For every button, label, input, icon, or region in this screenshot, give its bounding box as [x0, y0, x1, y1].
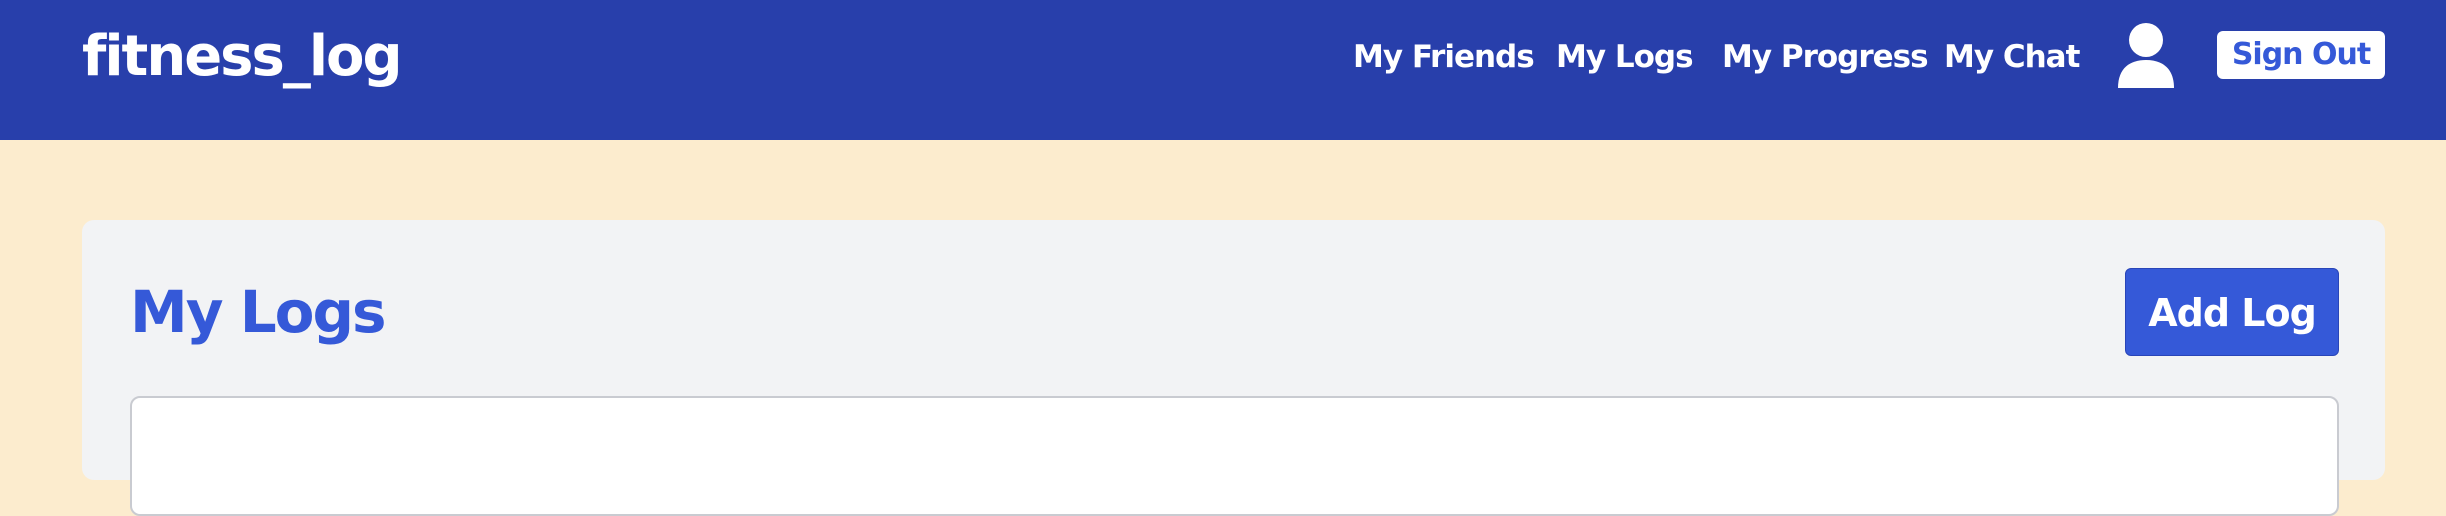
logs-card: My Logs Add Log: [82, 220, 2385, 516]
add-log-button[interactable]: Add Log: [2125, 268, 2339, 356]
nav-my-friends[interactable]: My Friends: [1353, 36, 1535, 78]
user-icon[interactable]: [2116, 22, 2176, 90]
nav-my-progress[interactable]: My Progress: [1722, 36, 1929, 78]
nav-my-chat[interactable]: My Chat: [1944, 36, 2080, 78]
logs-list-panel: [130, 396, 2339, 516]
sign-out-button[interactable]: Sign Out: [2217, 31, 2385, 79]
page-title: My Logs: [130, 278, 387, 346]
top-navbar: fitness_log My Friends My Logs My Progre…: [0, 0, 2446, 140]
nav-my-logs[interactable]: My Logs: [1556, 36, 1694, 78]
brand-logo[interactable]: fitness_log: [82, 22, 403, 92]
